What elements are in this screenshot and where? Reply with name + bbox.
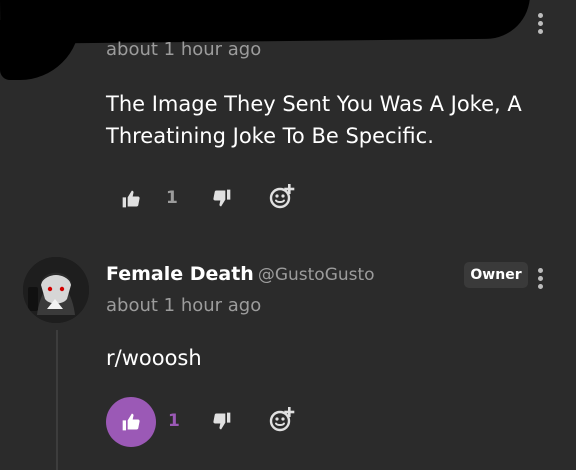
author-name[interactable]: Female Death xyxy=(106,263,254,285)
redaction-overlay-tail xyxy=(0,20,80,80)
add-reaction-icon xyxy=(269,184,295,209)
like-button[interactable] xyxy=(106,397,156,447)
comment-actions: 1 xyxy=(106,174,326,224)
like-button[interactable] xyxy=(106,174,156,224)
owner-badge: Owner xyxy=(464,262,528,288)
thumbs-up-icon xyxy=(122,190,140,208)
avatar-image xyxy=(23,257,89,323)
more-options-icon[interactable] xyxy=(537,13,543,34)
comment-text: r/wooosh xyxy=(106,346,202,370)
author-handle[interactable]: @GustoGusto xyxy=(258,265,375,285)
comment-author: Female Death @GustoGusto xyxy=(106,263,375,285)
add-reaction-button[interactable] xyxy=(268,183,296,211)
thread-connector xyxy=(56,330,58,470)
add-reaction-button[interactable] xyxy=(268,406,296,434)
comment-text: The Image They Sent You Was A Joke, A Th… xyxy=(106,92,522,148)
thumbs-down-icon xyxy=(213,189,231,207)
like-count: 1 xyxy=(168,411,180,431)
thumbs-down-icon xyxy=(213,412,231,430)
dislike-button[interactable] xyxy=(212,188,234,210)
more-options-icon[interactable] xyxy=(537,268,543,289)
thumbs-up-icon xyxy=(122,413,140,431)
comment-timestamp: about 1 hour ago xyxy=(106,295,262,316)
add-reaction-icon xyxy=(269,407,295,432)
comment-timestamp: about 1 hour ago xyxy=(106,39,262,60)
avatar[interactable] xyxy=(23,257,89,323)
dislike-button[interactable] xyxy=(212,411,234,433)
like-count: 1 xyxy=(166,188,178,208)
comment-actions: 1 xyxy=(106,397,326,447)
